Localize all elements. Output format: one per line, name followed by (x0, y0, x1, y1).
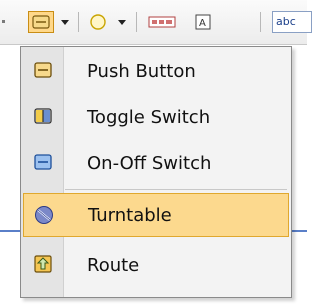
toolbar-separator (78, 12, 79, 32)
toggle-switch-icon (33, 106, 53, 126)
toolbar: A abc (0, 0, 312, 45)
display-icon (148, 16, 176, 28)
push-button-icon (32, 15, 50, 29)
menu-item-route[interactable]: Route (23, 243, 289, 287)
circle-icon (90, 14, 106, 30)
svg-text:A: A (199, 18, 206, 29)
switch-dropdown-arrow-icon[interactable] (61, 20, 69, 25)
label-tool-button[interactable]: abc (272, 11, 312, 33)
route-icon (33, 254, 53, 274)
text-box-icon: A (195, 14, 211, 30)
background-line (292, 230, 307, 232)
menu-item-label: Turntable (88, 204, 172, 226)
toolbar-grip (2, 20, 5, 23)
circle-tool-button[interactable] (86, 11, 110, 33)
turntable-icon (34, 205, 54, 225)
menu-item-on-off-switch[interactable]: On-Off Switch (23, 141, 289, 185)
menu-item-label: Route (87, 254, 140, 276)
menu-item-label: On-Off Switch (87, 152, 212, 174)
push-button-icon (33, 60, 53, 80)
menu-item-label: Toggle Switch (87, 106, 211, 128)
menu-item-toggle-switch[interactable]: Toggle Switch (23, 95, 289, 139)
toolbar-separator (260, 12, 261, 32)
menu-item-label: Push Button (87, 60, 196, 82)
background-line (0, 230, 20, 232)
menu-separator (65, 189, 287, 190)
toolbar-separator (136, 12, 137, 32)
menu-item-turntable[interactable]: Turntable (23, 193, 289, 237)
text-box-tool-button[interactable]: A (190, 11, 216, 33)
menu-item-push-button[interactable]: Push Button (23, 49, 289, 93)
on-off-switch-icon (33, 152, 53, 172)
switch-type-menu: Push Button Toggle Switch On-Off Switch (20, 46, 292, 298)
display-tool-button[interactable] (146, 11, 178, 33)
switch-tool-button[interactable] (28, 11, 54, 33)
circle-dropdown-arrow-icon[interactable] (118, 20, 126, 25)
